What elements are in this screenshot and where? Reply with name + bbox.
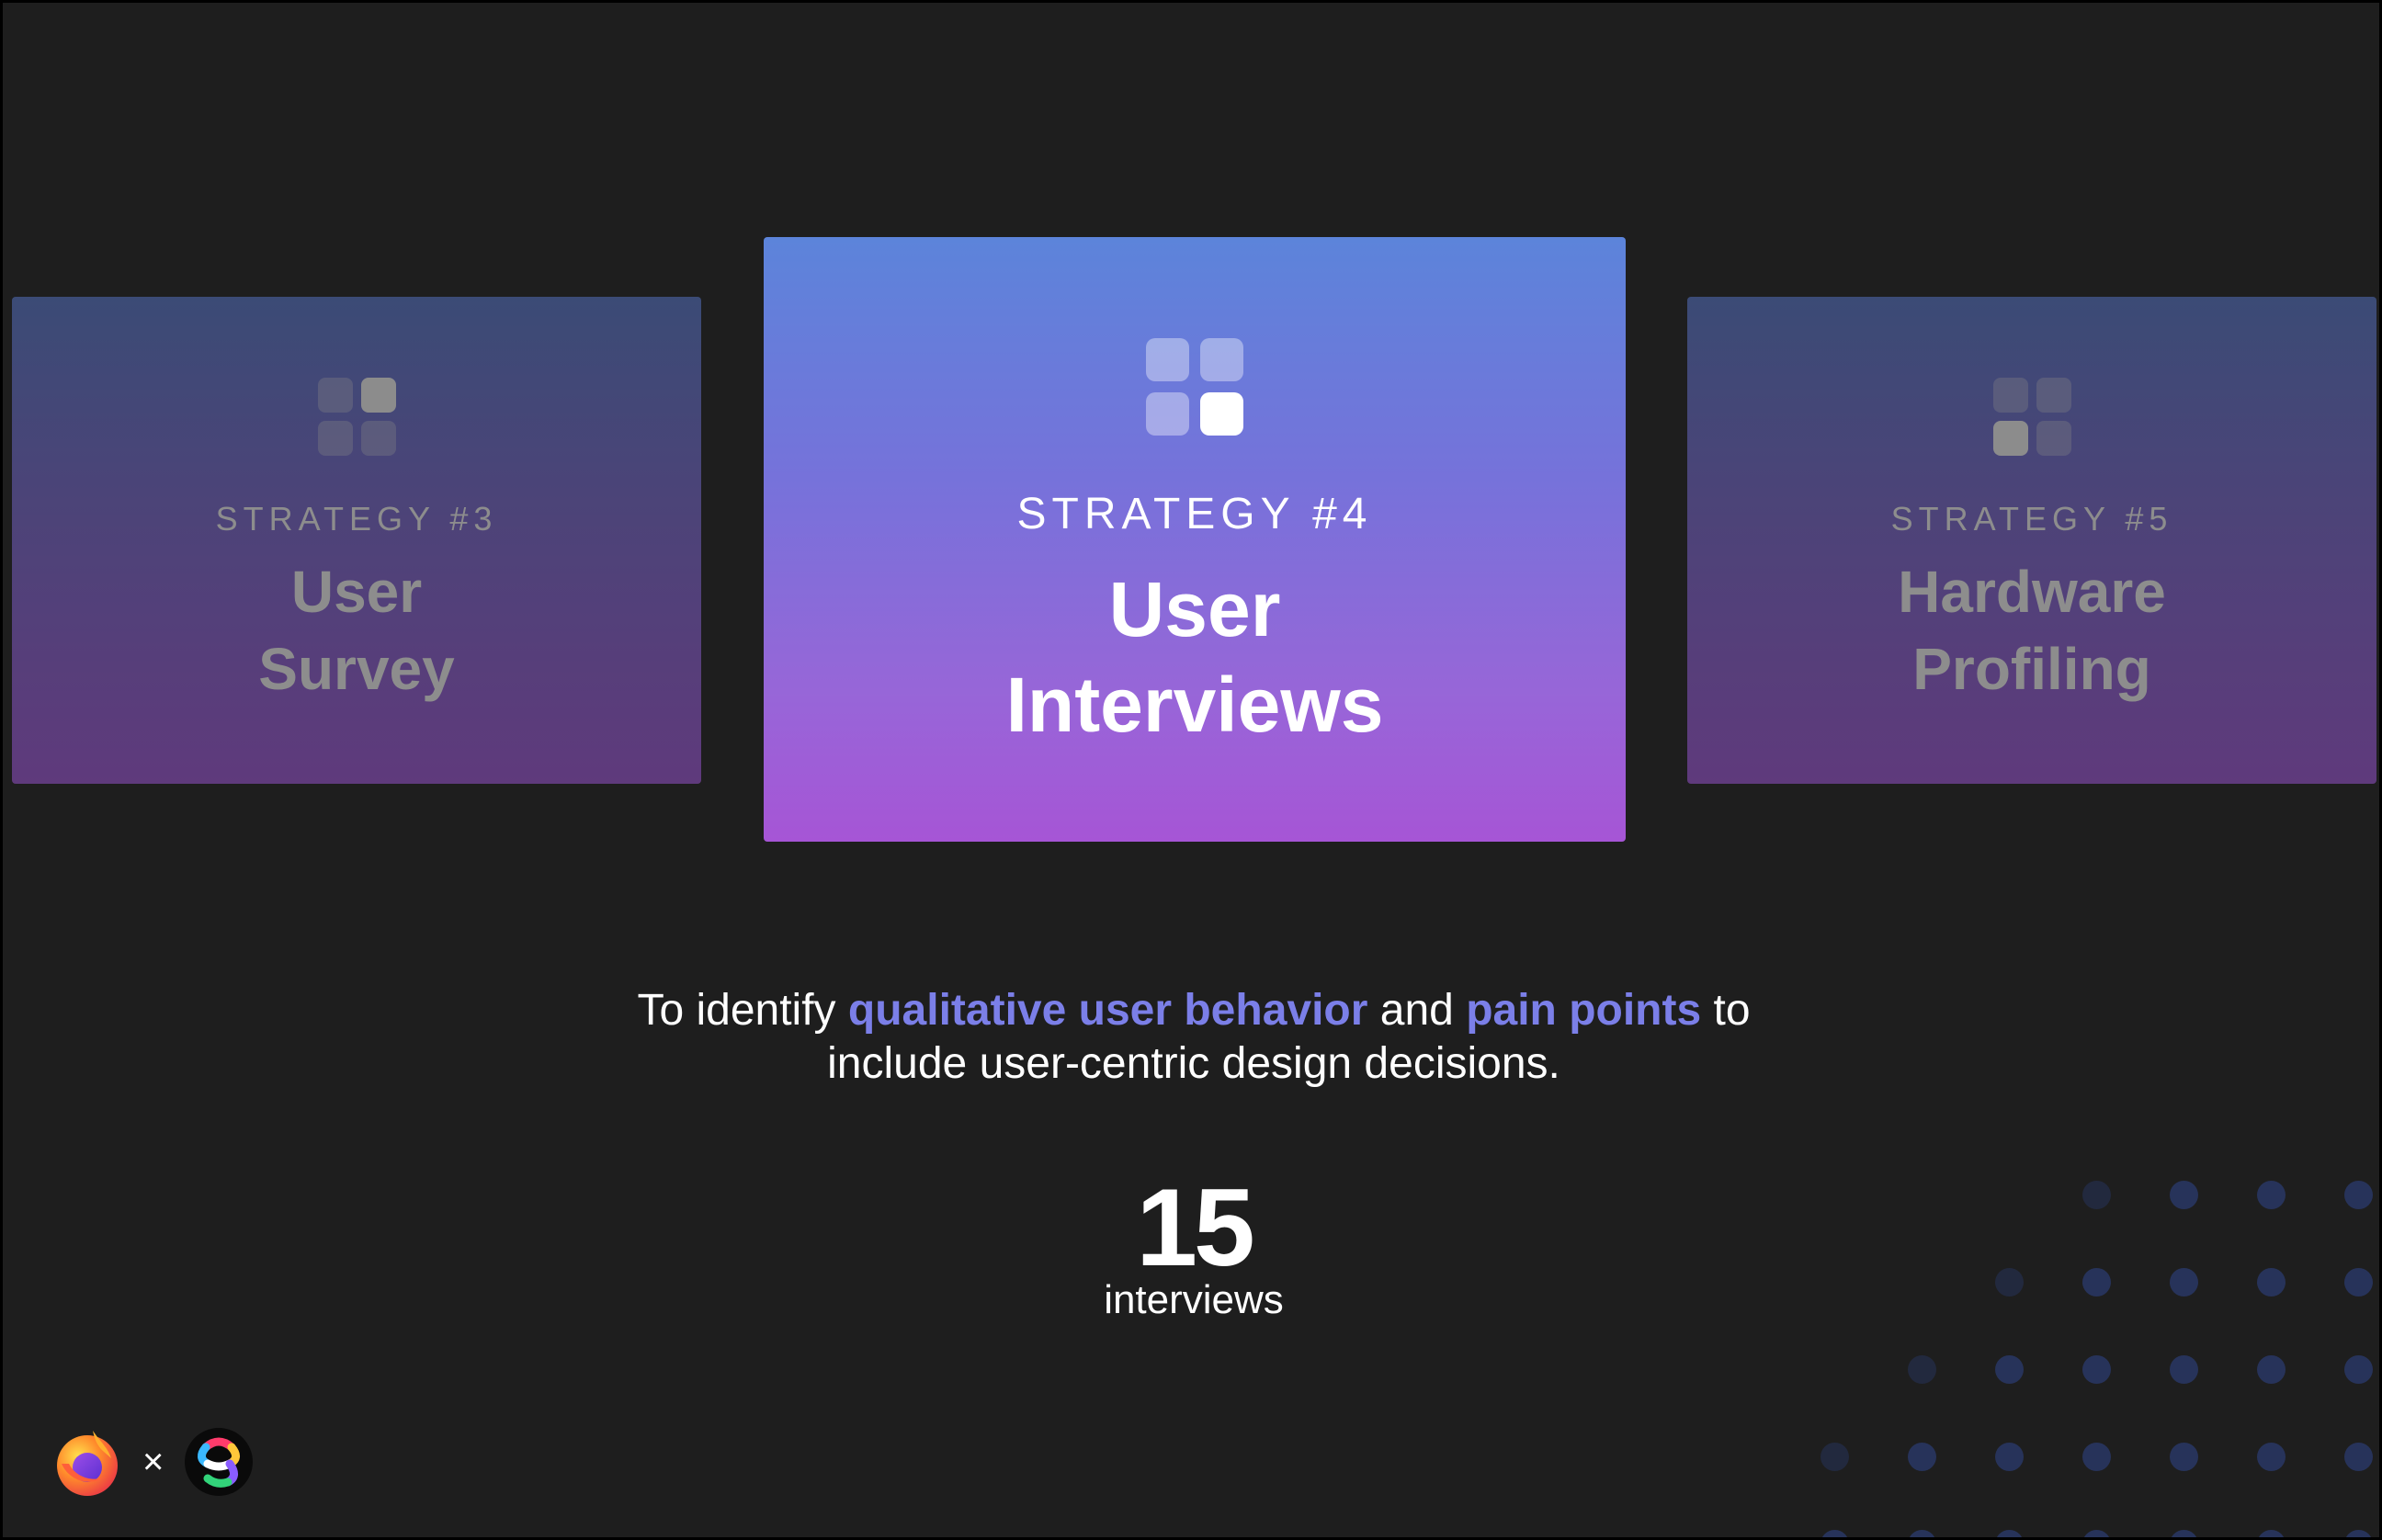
decorative-dot bbox=[2082, 1530, 2111, 1537]
strategy-description: To identify qualitative user behavior an… bbox=[637, 986, 1751, 1088]
logo-separator: × bbox=[142, 1442, 164, 1482]
decorative-dot bbox=[2082, 1268, 2111, 1297]
strategy-title: User Survey bbox=[258, 559, 455, 702]
decorative-dot bbox=[1821, 1443, 1849, 1471]
strategy-number: STRATEGY #5 bbox=[1890, 500, 2173, 538]
decorative-dot bbox=[2257, 1268, 2286, 1297]
grid-four-squares-icon bbox=[1992, 378, 2071, 456]
partner-logo-icon bbox=[185, 1428, 254, 1496]
strategy-card-3[interactable]: STRATEGY #3 User Survey bbox=[12, 297, 701, 784]
decorative-dot bbox=[2082, 1181, 2111, 1209]
decorative-dot bbox=[2344, 1181, 2373, 1209]
decorative-dot bbox=[2344, 1268, 2373, 1297]
grid-four-squares-icon bbox=[317, 378, 396, 456]
decorative-dot bbox=[2170, 1530, 2198, 1537]
decorative-dot bbox=[1995, 1443, 2024, 1471]
decorative-dot-pattern bbox=[1804, 1151, 2379, 1537]
decorative-dot bbox=[1995, 1355, 2024, 1384]
highlight-text: qualitative user behavior bbox=[847, 986, 1368, 1035]
decorative-dot bbox=[1908, 1355, 1936, 1384]
decorative-dot bbox=[1995, 1530, 2024, 1537]
strategy-number: STRATEGY #4 bbox=[1016, 490, 1373, 538]
decorative-dot bbox=[2170, 1268, 2198, 1297]
decorative-dot bbox=[1821, 1530, 1849, 1537]
decorative-dot bbox=[2344, 1355, 2373, 1384]
strategy-title: Hardware Profiling bbox=[1898, 559, 2166, 702]
decorative-dot bbox=[1908, 1530, 1936, 1537]
strategy-card-5[interactable]: STRATEGY #5 Hardware Profiling bbox=[1687, 297, 2376, 784]
strategy-card-4[interactable]: STRATEGY #4 User Interviews bbox=[764, 237, 1626, 842]
decorative-dot bbox=[2344, 1443, 2373, 1471]
firefox-logo-icon bbox=[57, 1431, 118, 1496]
decorative-dot bbox=[2257, 1443, 2286, 1471]
decorative-dot bbox=[2082, 1355, 2111, 1384]
decorative-dot bbox=[2082, 1443, 2111, 1471]
strategy-number: STRATEGY #3 bbox=[215, 500, 498, 538]
grid-four-squares-icon bbox=[1146, 338, 1243, 436]
decorative-dot bbox=[2170, 1355, 2198, 1384]
decorative-dot bbox=[2170, 1443, 2198, 1471]
decorative-dot bbox=[2257, 1530, 2286, 1537]
highlight-text: pain points bbox=[1466, 986, 1702, 1035]
decorative-dot bbox=[2257, 1181, 2286, 1209]
strategy-title: User Interviews bbox=[1005, 566, 1384, 748]
decorative-dot bbox=[1995, 1268, 2024, 1297]
decorative-dot bbox=[2344, 1530, 2373, 1537]
logo-lockup: × bbox=[52, 1427, 254, 1497]
decorative-dot bbox=[2257, 1355, 2286, 1384]
slide: STRATEGY #3 User Survey STRATEGY #4 User… bbox=[0, 0, 2382, 1540]
decorative-dot bbox=[2170, 1181, 2198, 1209]
decorative-dot bbox=[1908, 1443, 1936, 1471]
